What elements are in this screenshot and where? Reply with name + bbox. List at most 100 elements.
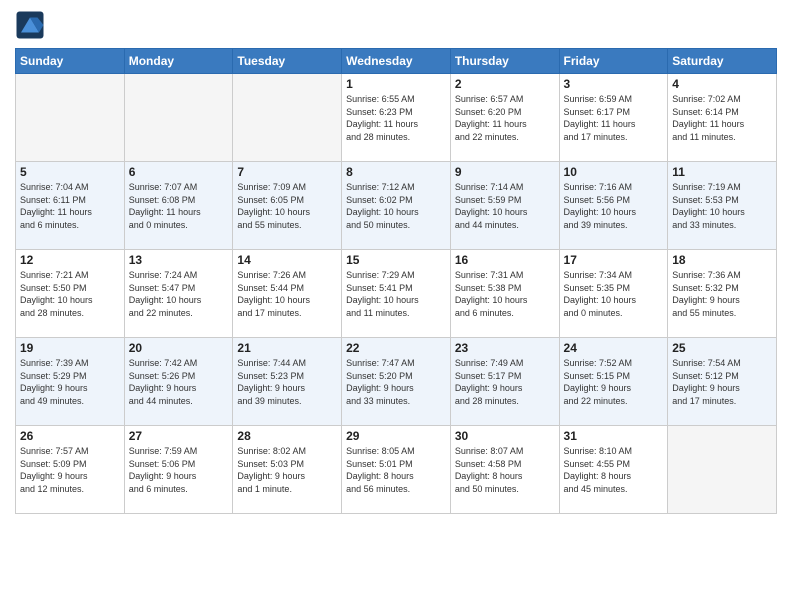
day-number: 2 — [455, 77, 555, 91]
day-info: Sunrise: 7:36 AM Sunset: 5:32 PM Dayligh… — [672, 269, 772, 319]
day-number: 3 — [564, 77, 664, 91]
logo — [15, 10, 49, 40]
day-info: Sunrise: 7:44 AM Sunset: 5:23 PM Dayligh… — [237, 357, 337, 407]
day-cell: 25Sunrise: 7:54 AM Sunset: 5:12 PM Dayli… — [668, 338, 777, 426]
week-row-3: 12Sunrise: 7:21 AM Sunset: 5:50 PM Dayli… — [16, 250, 777, 338]
day-number: 16 — [455, 253, 555, 267]
day-info: Sunrise: 7:59 AM Sunset: 5:06 PM Dayligh… — [129, 445, 229, 495]
day-info: Sunrise: 7:47 AM Sunset: 5:20 PM Dayligh… — [346, 357, 446, 407]
day-info: Sunrise: 7:49 AM Sunset: 5:17 PM Dayligh… — [455, 357, 555, 407]
day-cell: 8 Sunrise: 7:12 AM Sunset: 6:02 PM Daylig… — [342, 162, 451, 250]
day-info: Sunrise: 7:04 AM Sunset: 6:11 PM Dayligh… — [20, 181, 120, 231]
page: Sunday Monday Tuesday Wednesday Thursday… — [0, 0, 792, 612]
day-cell: 18 Sunrise: 7:36 AM Sunset: 5:32 PM Dayli… — [668, 250, 777, 338]
day-number: 20 — [129, 341, 229, 355]
day-info: Sunrise: 7:16 AM Sunset: 5:56 PM Dayligh… — [564, 181, 664, 231]
day-info: Sunrise: 7:34 AM Sunset: 5:35 PM Dayligh… — [564, 269, 664, 319]
day-info: Sunrise: 7:24 AM Sunset: 5:47 PM Dayligh… — [129, 269, 229, 319]
day-info: Sunrise: 7:42 AM Sunset: 5:26 PM Dayligh… — [129, 357, 229, 407]
header-row: Sunday Monday Tuesday Wednesday Thursday… — [16, 49, 777, 74]
day-number: 23 — [455, 341, 555, 355]
col-sunday: Sunday — [16, 49, 125, 74]
day-number: 14 — [237, 253, 337, 267]
day-info: Sunrise: 7:39 AM Sunset: 5:29 PM Dayligh… — [20, 357, 120, 407]
day-number: 8 — [346, 165, 446, 179]
day-info: Sunrise: 7:57 AM Sunset: 5:09 PM Dayligh… — [20, 445, 120, 495]
day-cell: 1Sunrise: 6:55 AM Sunset: 6:23 PM Daylig… — [342, 74, 451, 162]
day-cell: 29Sunrise: 8:05 AM Sunset: 5:01 PM Dayli… — [342, 426, 451, 514]
day-number: 17 — [564, 253, 664, 267]
day-cell: 12Sunrise: 7:21 AM Sunset: 5:50 PM Dayli… — [16, 250, 125, 338]
day-info: Sunrise: 7:52 AM Sunset: 5:15 PM Dayligh… — [564, 357, 664, 407]
day-cell: 24Sunrise: 7:52 AM Sunset: 5:15 PM Dayli… — [559, 338, 668, 426]
day-number: 29 — [346, 429, 446, 443]
day-cell: 28 Sunrise: 8:02 AM Sunset: 5:03 PM Dayli… — [233, 426, 342, 514]
day-info: Sunrise: 7:26 AM Sunset: 5:44 PM Dayligh… — [237, 269, 337, 319]
day-number: 12 — [20, 253, 120, 267]
header — [15, 10, 777, 40]
day-info: Sunrise: 7:14 AM Sunset: 5:59 PM Dayligh… — [455, 181, 555, 231]
day-cell: 4 Sunrise: 7:02 AM Sunset: 6:14 PM Daylig… — [668, 74, 777, 162]
day-number: 25 — [672, 341, 772, 355]
day-info: Sunrise: 8:10 AM Sunset: 4:55 PM Dayligh… — [564, 445, 664, 495]
day-number: 19 — [20, 341, 120, 355]
col-thursday: Thursday — [450, 49, 559, 74]
day-cell: 13 Sunrise: 7:24 AM Sunset: 5:47 PM Dayli… — [124, 250, 233, 338]
day-cell: 11 Sunrise: 7:19 AM Sunset: 5:53 PM Dayli… — [668, 162, 777, 250]
day-cell: 10 Sunrise: 7:16 AM Sunset: 5:56 PM Dayli… — [559, 162, 668, 250]
day-number: 26 — [20, 429, 120, 443]
col-friday: Friday — [559, 49, 668, 74]
day-cell: 27 Sunrise: 7:59 AM Sunset: 5:06 PM Dayli… — [124, 426, 233, 514]
day-cell: 19 Sunrise: 7:39 AM Sunset: 5:29 PM Dayli… — [16, 338, 125, 426]
day-cell: 23 Sunrise: 7:49 AM Sunset: 5:17 PM Dayli… — [450, 338, 559, 426]
day-cell: 15 Sunrise: 7:29 AM Sunset: 5:41 PM Dayli… — [342, 250, 451, 338]
day-cell: 26 Sunrise: 7:57 AM Sunset: 5:09 PM Dayli… — [16, 426, 125, 514]
day-number: 11 — [672, 165, 772, 179]
day-number: 28 — [237, 429, 337, 443]
day-number: 21 — [237, 341, 337, 355]
day-number: 30 — [455, 429, 555, 443]
day-cell: 31 Sunrise: 8:10 AM Sunset: 4:55 PM Dayli… — [559, 426, 668, 514]
week-row-4: 19 Sunrise: 7:39 AM Sunset: 5:29 PM Dayli… — [16, 338, 777, 426]
day-cell: 7Sunrise: 7:09 AM Sunset: 6:05 PM Daylig… — [233, 162, 342, 250]
day-info: Sunrise: 7:02 AM Sunset: 6:14 PM Dayligh… — [672, 93, 772, 143]
day-number: 4 — [672, 77, 772, 91]
day-number: 22 — [346, 341, 446, 355]
day-number: 10 — [564, 165, 664, 179]
day-cell: 20 Sunrise: 7:42 AM Sunset: 5:26 PM Dayli… — [124, 338, 233, 426]
day-cell: 6 Sunrise: 7:07 AM Sunset: 6:08 PM Daylig… — [124, 162, 233, 250]
day-cell — [668, 426, 777, 514]
day-info: Sunrise: 8:07 AM Sunset: 4:58 PM Dayligh… — [455, 445, 555, 495]
col-monday: Monday — [124, 49, 233, 74]
day-cell — [233, 74, 342, 162]
day-cell: 22 Sunrise: 7:47 AM Sunset: 5:20 PM Dayli… — [342, 338, 451, 426]
day-cell: 2 Sunrise: 6:57 AM Sunset: 6:20 PM Daylig… — [450, 74, 559, 162]
col-tuesday: Tuesday — [233, 49, 342, 74]
day-info: Sunrise: 6:57 AM Sunset: 6:20 PM Dayligh… — [455, 93, 555, 143]
day-cell: 17 Sunrise: 7:34 AM Sunset: 5:35 PM Dayli… — [559, 250, 668, 338]
day-number: 18 — [672, 253, 772, 267]
day-info: Sunrise: 7:29 AM Sunset: 5:41 PM Dayligh… — [346, 269, 446, 319]
day-cell — [16, 74, 125, 162]
day-number: 27 — [129, 429, 229, 443]
day-info: Sunrise: 7:09 AM Sunset: 6:05 PM Dayligh… — [237, 181, 337, 231]
week-row-2: 5 Sunrise: 7:04 AM Sunset: 6:11 PM Daylig… — [16, 162, 777, 250]
day-info: Sunrise: 6:59 AM Sunset: 6:17 PM Dayligh… — [564, 93, 664, 143]
day-info: Sunrise: 7:07 AM Sunset: 6:08 PM Dayligh… — [129, 181, 229, 231]
day-number: 6 — [129, 165, 229, 179]
day-number: 31 — [564, 429, 664, 443]
day-info: Sunrise: 8:02 AM Sunset: 5:03 PM Dayligh… — [237, 445, 337, 495]
day-cell: 16 Sunrise: 7:31 AM Sunset: 5:38 PM Dayli… — [450, 250, 559, 338]
day-number: 15 — [346, 253, 446, 267]
day-info: Sunrise: 7:31 AM Sunset: 5:38 PM Dayligh… — [455, 269, 555, 319]
day-info: Sunrise: 6:55 AM Sunset: 6:23 PM Dayligh… — [346, 93, 446, 143]
day-info: Sunrise: 7:19 AM Sunset: 5:53 PM Dayligh… — [672, 181, 772, 231]
day-number: 13 — [129, 253, 229, 267]
week-row-5: 26 Sunrise: 7:57 AM Sunset: 5:09 PM Dayli… — [16, 426, 777, 514]
calendar: Sunday Monday Tuesday Wednesday Thursday… — [15, 48, 777, 514]
day-info: Sunrise: 7:12 AM Sunset: 6:02 PM Dayligh… — [346, 181, 446, 231]
week-row-1: 1Sunrise: 6:55 AM Sunset: 6:23 PM Daylig… — [16, 74, 777, 162]
day-cell: 9Sunrise: 7:14 AM Sunset: 5:59 PM Daylig… — [450, 162, 559, 250]
day-number: 5 — [20, 165, 120, 179]
logo-icon — [15, 10, 45, 40]
